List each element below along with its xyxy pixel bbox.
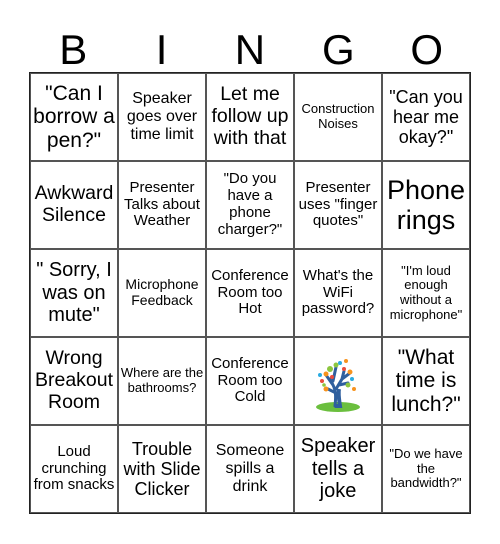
- bingo-cell[interactable]: "Can I borrow a pen?": [30, 73, 118, 161]
- bingo-cell[interactable]: "What time is lunch?": [382, 337, 470, 425]
- bingo-cell[interactable]: Presenter Talks about Weather: [118, 161, 206, 249]
- bingo-cell[interactable]: Let me follow up with that: [206, 73, 294, 161]
- header-letter-b: B: [59, 26, 88, 73]
- header-letter-o: O: [410, 26, 444, 73]
- bingo-cell[interactable]: "Can you hear me okay?": [382, 73, 470, 161]
- bingo-cell[interactable]: Wrong Breakout Room: [30, 337, 118, 425]
- bingo-cell[interactable]: What's the WiFi password?: [294, 249, 382, 337]
- bingo-card: "Can I borrow a pen?" Speaker goes over …: [29, 72, 471, 514]
- bingo-cell[interactable]: Conference Room too Cold: [206, 337, 294, 425]
- header-letter-n: N: [234, 26, 266, 73]
- bingo-cell[interactable]: "Do you have a phone charger?": [206, 161, 294, 249]
- bingo-cell[interactable]: "Do we have the bandwidth?": [382, 425, 470, 513]
- bingo-cell[interactable]: Trouble with Slide Clicker: [118, 425, 206, 513]
- bingo-cell[interactable]: Conference Room too Hot: [206, 249, 294, 337]
- bingo-cell[interactable]: Speaker goes over time limit: [118, 73, 206, 161]
- bingo-cell[interactable]: Phone rings: [382, 161, 470, 249]
- bingo-cell[interactable]: Someone spills a drink: [206, 425, 294, 513]
- bingo-cell[interactable]: Where are the bathrooms?: [118, 337, 206, 425]
- header-letter-i: I: [155, 26, 168, 73]
- free-space-cell[interactable]: [294, 337, 382, 425]
- bingo-cell[interactable]: Awkward Silence: [30, 161, 118, 249]
- bingo-cell[interactable]: Construction Noises: [294, 73, 382, 161]
- bingo-cell[interactable]: "I'm loud enough without a microphone": [382, 249, 470, 337]
- bingo-cell[interactable]: Microphone Feedback: [118, 249, 206, 337]
- bingo-cell[interactable]: Loud crunching from snacks: [30, 425, 118, 513]
- bingo-cell[interactable]: Speaker tells a joke: [294, 425, 382, 513]
- bingo-cell[interactable]: Presenter uses "finger quotes": [294, 161, 382, 249]
- header-letter-g: G: [322, 26, 355, 73]
- tree-icon: [316, 359, 360, 412]
- bingo-cell[interactable]: " Sorry, I was on mute": [30, 249, 118, 337]
- bingo-header: B I N G O: [29, 28, 471, 72]
